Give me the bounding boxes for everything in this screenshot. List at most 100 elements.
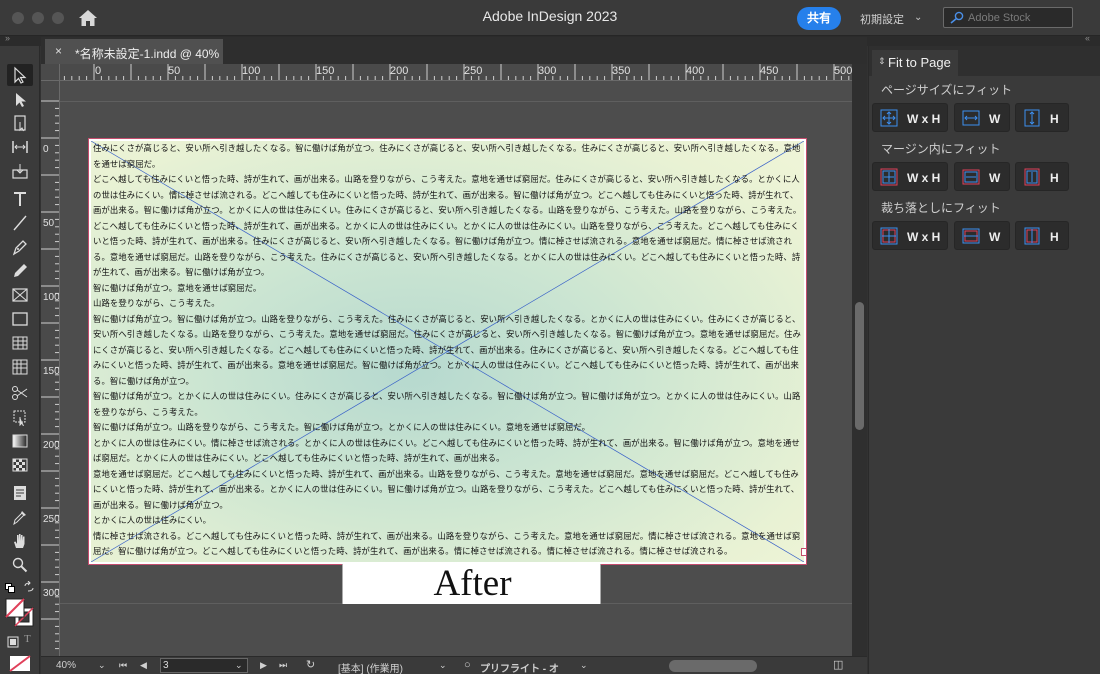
- selection-tool[interactable]: [7, 64, 33, 86]
- gradient-swatch-tool[interactable]: [7, 430, 33, 452]
- rectangle-frame-tool[interactable]: [7, 284, 33, 306]
- fit-margin-width-icon: [962, 169, 980, 185]
- fit-both-icon: [880, 109, 898, 127]
- minimize-window-button[interactable]: [32, 12, 44, 24]
- previous-page-icon[interactable]: ◀: [140, 660, 147, 671]
- gradient-feather-tool[interactable]: [7, 454, 33, 476]
- next-page-icon[interactable]: ▶: [260, 660, 267, 671]
- first-page-icon[interactable]: ⏮: [119, 660, 127, 671]
- ruler-origin[interactable]: [41, 64, 60, 81]
- paragraph: 智に働けば角が立つ。智に働けば角が立つ。山路を登りながら、こう考えた。住みにくさ…: [93, 313, 801, 386]
- fit-bleed-h-button[interactable]: H: [1015, 221, 1069, 250]
- zoom-tool[interactable]: [7, 554, 33, 576]
- split-layout-icon[interactable]: ◫: [833, 658, 843, 671]
- close-window-button[interactable]: [12, 12, 24, 24]
- pen-tool[interactable]: [7, 236, 33, 258]
- refresh-icon[interactable]: ↻: [306, 658, 315, 671]
- pasteboard[interactable]: 住みにくさが高じると、安い所へ引き越したくなる。智に働けば角が立つ。住みにくさが…: [60, 81, 852, 656]
- fill-stroke-swatch[interactable]: [5, 598, 35, 628]
- text-frame[interactable]: 住みにくさが高じると、安い所へ引き越したくなる。智に働けば角が立つ。住みにくさが…: [91, 141, 804, 562]
- fit-page-w-button[interactable]: W: [954, 103, 1010, 132]
- formatting-text-icon[interactable]: T: [24, 633, 31, 645]
- preflight-status-icon: ○: [464, 659, 471, 671]
- vertical-ruler[interactable]: 0 50 100 150 200 250 300: [41, 81, 60, 656]
- last-page-icon[interactable]: ⏭: [279, 660, 287, 671]
- scissors-tool[interactable]: [7, 382, 33, 404]
- document-page[interactable]: 住みにくさが高じると、安い所へ引き越したくなる。智に働けば角が立つ。住みにくさが…: [88, 138, 807, 565]
- panel-tab-bar: ⇕ Fit to Page: [869, 46, 1100, 76]
- workspace-switcher[interactable]: 初期設定: [860, 11, 904, 27]
- note-tool[interactable]: [7, 482, 33, 504]
- vertical-scrollbar[interactable]: [852, 64, 867, 656]
- expand-right-icon[interactable]: ‹‹: [1085, 33, 1090, 43]
- paragraph: 情に棹させば流される。どこへ越しても住みにくいと悟った時、詩が生れて、画が出来る…: [93, 530, 801, 557]
- ruler-label: 50: [168, 65, 181, 77]
- stock-search-input[interactable]: [968, 10, 1068, 25]
- direct-selection-tool[interactable]: [7, 88, 33, 110]
- zoom-icon: [12, 557, 28, 573]
- gradient-icon: [12, 434, 28, 448]
- formatting-container-icon[interactable]: [7, 635, 19, 648]
- vertical-scroll-thumb[interactable]: [855, 302, 864, 430]
- document-tab[interactable]: × *名称未設定-1.indd @ 40%: [45, 39, 223, 64]
- fit-bleed-wh-button[interactable]: W x H: [872, 221, 948, 250]
- paragraph: 智に働けば角が立つ。意地を通せば窮屈だ。: [93, 282, 262, 293]
- paragraph: とかくに人の世は住みにくい。情に棹させば流される。とかくに人の世は住みにくい。ど…: [93, 437, 800, 464]
- gap-tool[interactable]: [7, 136, 33, 158]
- chevron-down-icon[interactable]: ⌄: [235, 660, 243, 671]
- rectangle-tool[interactable]: [7, 308, 33, 330]
- content-collector-icon: [12, 164, 28, 179]
- chevron-down-icon[interactable]: ⌄: [439, 660, 447, 671]
- free-transform-tool[interactable]: [7, 406, 33, 428]
- zoom-window-button[interactable]: [52, 12, 64, 24]
- close-tab-icon[interactable]: ×: [55, 44, 62, 58]
- horizontal-ruler[interactable]: 0 50 100 150 200 250 300 350 400 450 500: [60, 64, 852, 81]
- fit-page-h-button[interactable]: H: [1015, 103, 1069, 132]
- preflight-label[interactable]: プリフライト - オ: [480, 660, 559, 674]
- horizontal-scroll-thumb[interactable]: [669, 660, 757, 672]
- document-tab-label: *名称未設定-1.indd @ 40%: [75, 47, 220, 61]
- overset-text-indicator[interactable]: [801, 548, 807, 556]
- style-label[interactable]: [基本] (作業用): [338, 660, 403, 674]
- home-icon[interactable]: [78, 9, 98, 27]
- swap-fill-stroke-icon[interactable]: [23, 580, 35, 592]
- gradient-feather-icon: [12, 458, 28, 472]
- grid-tool[interactable]: [7, 356, 33, 378]
- adobe-stock-search[interactable]: [943, 7, 1073, 28]
- eyedropper-tool[interactable]: [7, 506, 33, 528]
- fit-margin-w-button[interactable]: W: [954, 162, 1010, 191]
- page-tool[interactable]: [7, 112, 33, 134]
- hand-tool[interactable]: [7, 530, 33, 552]
- line-tool[interactable]: [7, 212, 33, 234]
- search-icon: [950, 11, 964, 24]
- ruler-label: 100: [242, 65, 261, 77]
- chevron-down-icon[interactable]: ⌄: [580, 660, 588, 671]
- section-title: マージン内にフィット: [881, 142, 1001, 156]
- title-bar: Adobe InDesign 2023 共有 初期設定 ⌄: [0, 0, 1100, 36]
- default-fill-stroke-icon[interactable]: [5, 580, 15, 593]
- content-collector-tool[interactable]: [7, 160, 33, 182]
- body-text[interactable]: 住みにくさが高じると、安い所へ引き越したくなる。智に働けば角が立つ。住みにくさが…: [93, 141, 803, 560]
- fit-to-page-tab[interactable]: ⇕ Fit to Page: [872, 50, 958, 76]
- pencil-tool[interactable]: [7, 260, 33, 282]
- fit-bleed-w-button[interactable]: W: [954, 221, 1010, 250]
- table-tool[interactable]: [7, 332, 33, 354]
- fit-margin-both-icon: [880, 168, 898, 186]
- expand-left-icon[interactable]: ››: [5, 33, 10, 43]
- pencil-tool-icon: [14, 264, 27, 277]
- collapse-icon[interactable]: ⇕: [878, 56, 886, 67]
- chevron-down-icon[interactable]: ⌄: [98, 660, 106, 671]
- ruler-label: 300: [43, 588, 60, 599]
- type-tool[interactable]: [7, 188, 33, 210]
- share-button[interactable]: 共有: [797, 7, 841, 30]
- zoom-level[interactable]: 40%: [56, 660, 76, 671]
- fit-page-wh-button[interactable]: W x H: [872, 103, 948, 132]
- screen-mode-icon[interactable]: [9, 655, 31, 672]
- fit-margin-wh-button[interactable]: W x H: [872, 162, 948, 191]
- after-image-frame[interactable]: After: [342, 563, 601, 604]
- after-label: After: [433, 563, 512, 604]
- gap-tool-icon: [12, 141, 28, 153]
- chevron-down-icon[interactable]: ⌄: [914, 12, 922, 23]
- fit-margin-h-button[interactable]: H: [1015, 162, 1069, 191]
- hand-icon: [14, 534, 25, 548]
